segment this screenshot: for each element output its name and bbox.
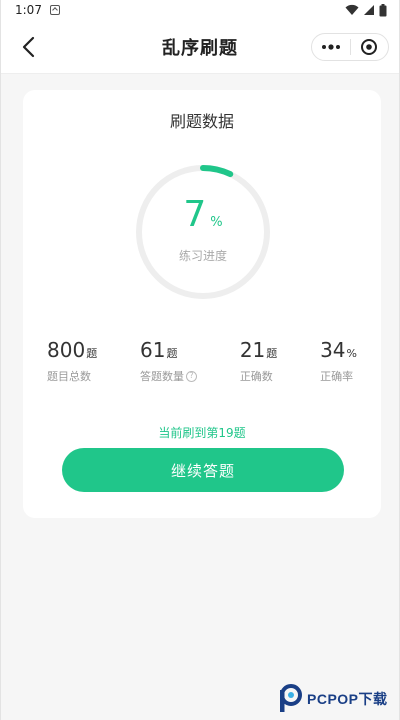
stat-label-text: 题目总数 — [47, 370, 91, 383]
status-icons — [345, 3, 387, 17]
stats-card: 刷题数据 7 % 练习进度 800 题 题目总数 61 题 答题数量 ? 21 … — [23, 90, 381, 518]
current-position-text: 当前刷到第19题 — [158, 426, 246, 440]
stat-number: 61 — [140, 338, 166, 362]
progress-unit: % — [210, 215, 223, 230]
pcpop-logo-icon — [280, 684, 302, 712]
stat-correct-value: 21 题 — [240, 338, 277, 362]
stat-number: 800 — [47, 338, 86, 362]
stats-row: 800 题 题目总数 61 题 答题数量 ? 21 题 正确数 34 % 正确率 — [23, 338, 381, 384]
chevron-left-icon — [22, 36, 35, 58]
app-screen: 1:07 乱序刷题 刷题数据 7 % 练习进度 800 题 题目总数 61 题 … — [0, 0, 400, 720]
stat-accuracy: 34 % 正确率 — [320, 338, 357, 384]
signal-icon — [364, 5, 374, 15]
stat-unit: 题 — [86, 347, 98, 360]
stat-answered-value: 61 题 — [140, 338, 197, 362]
stat-label-text: 正确数 — [239, 370, 273, 383]
card-title: 刷题数据 — [169, 112, 234, 131]
stat-total-value: 800 题 — [47, 338, 97, 362]
close-miniprogram-button[interactable] — [351, 34, 389, 60]
stat-label-text: 答题数量 — [140, 370, 184, 383]
more-button[interactable] — [312, 34, 350, 60]
stat-label: 答题数量 ? — [140, 368, 197, 384]
battery-icon — [379, 3, 387, 16]
stat-correct: 21 题 正确数 — [240, 338, 277, 384]
watermark: PCPOP下载 — [277, 684, 388, 714]
stat-label: 正确率 — [320, 368, 357, 384]
stat-total: 800 题 题目总数 — [47, 338, 97, 384]
progress-center: 7 % 练习进度 — [133, 162, 273, 302]
stat-label-text: 正确率 — [320, 370, 354, 383]
target-close-icon — [361, 39, 378, 55]
progress-value: 7 % — [183, 194, 222, 235]
stat-number: 34 — [320, 338, 346, 362]
stat-answered: 61 题 答题数量 ? — [140, 338, 197, 384]
progress-percent: 7 — [183, 194, 207, 235]
progress-label: 练习进度 — [178, 249, 227, 263]
status-bar: 1:07 — [1, 0, 399, 20]
page-title: 乱序刷题 — [162, 37, 238, 59]
wifi-icon — [345, 4, 359, 15]
notification-icon — [49, 5, 60, 15]
nav-bar: 乱序刷题 — [1, 20, 399, 74]
watermark-text: PCPOP下载 — [307, 691, 388, 707]
stat-unit: % — [346, 347, 357, 360]
help-icon[interactable]: ? — [186, 370, 197, 382]
stat-unit: 题 — [166, 347, 178, 360]
mini-program-capsule — [311, 33, 389, 61]
more-dots-icon — [321, 44, 340, 50]
continue-button[interactable]: 继续答题 — [62, 448, 344, 492]
stat-number: 21 — [239, 338, 266, 362]
stat-accuracy-value: 34 % — [320, 338, 357, 362]
progress-ring: 7 % 练习进度 — [133, 162, 273, 302]
stat-unit: 题 — [266, 347, 278, 360]
stat-label: 题目总数 — [47, 368, 97, 384]
status-time: 1:07 — [15, 3, 42, 17]
back-button[interactable] — [15, 34, 41, 60]
stat-label: 正确数 — [240, 368, 277, 384]
